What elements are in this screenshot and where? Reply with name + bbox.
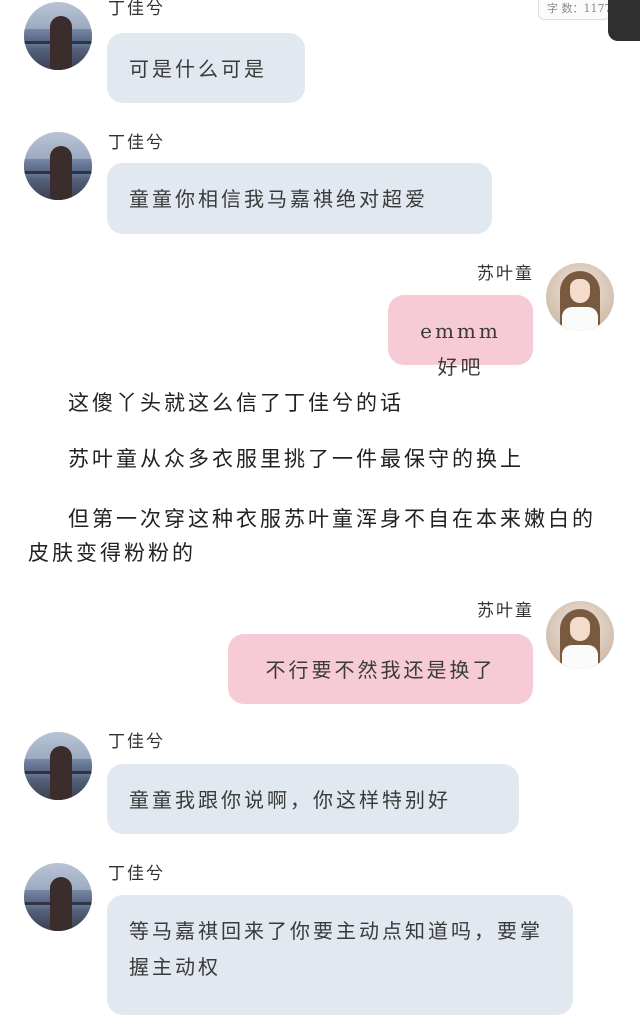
sender-name: 苏叶童 <box>477 264 534 284</box>
chat-message-right: 苏叶童 不行要不然我还是换了 <box>0 592 640 707</box>
message-bubble: emmm好吧 <box>388 295 533 379</box>
message-bubble: 可是什么可是 <box>107 33 305 103</box>
narration-paragraph: 苏叶童从众多衣服里挑了一件最保守的换上 <box>68 447 524 471</box>
narration-paragraph: 但第一次穿这种衣服苏叶童浑身不自在本来嫩白的皮肤变得粉粉的 <box>28 507 596 565</box>
sender-name: 丁佳兮 <box>108 732 165 752</box>
message-bubble: 等马嘉祺回来了你要主动点知道吗，要掌握主动权 <box>107 895 573 1015</box>
chat-message-left: 丁佳兮 等马嘉祺回来了你要主动点知道吗，要掌握主动权 <box>0 856 640 1015</box>
chat-message-left: 丁佳兮 童童你相信我马嘉祺绝对超爱 <box>0 125 640 240</box>
avatar-ding-jiaxi[interactable] <box>24 732 92 800</box>
message-bubble: 不行要不然我还是换了 <box>228 634 533 704</box>
sender-name: 丁佳兮 <box>108 133 165 153</box>
avatar-ding-jiaxi[interactable] <box>24 863 92 931</box>
sender-name: 丁佳兮 <box>108 0 165 19</box>
chat-message-left: 丁佳兮 童童我跟你说啊，你这样特别好 <box>0 725 640 840</box>
sender-name: 丁佳兮 <box>108 864 165 884</box>
avatar-su-yetong[interactable] <box>546 601 614 669</box>
chat-message-right: 苏叶童 emmm好吧 <box>0 255 640 379</box>
sender-name: 苏叶童 <box>477 601 534 621</box>
avatar-ding-jiaxi[interactable] <box>24 2 92 70</box>
narration-paragraph: 这傻丫头就这么信了丁佳兮的话 <box>68 391 404 415</box>
avatar-ding-jiaxi[interactable] <box>24 132 92 200</box>
avatar-su-yetong[interactable] <box>546 263 614 331</box>
message-bubble: 童童你相信我马嘉祺绝对超爱 <box>107 163 492 234</box>
message-bubble: 童童我跟你说啊，你这样特别好 <box>107 764 519 834</box>
chat-message-left: 丁佳兮 可是什么可是 <box>0 0 640 110</box>
